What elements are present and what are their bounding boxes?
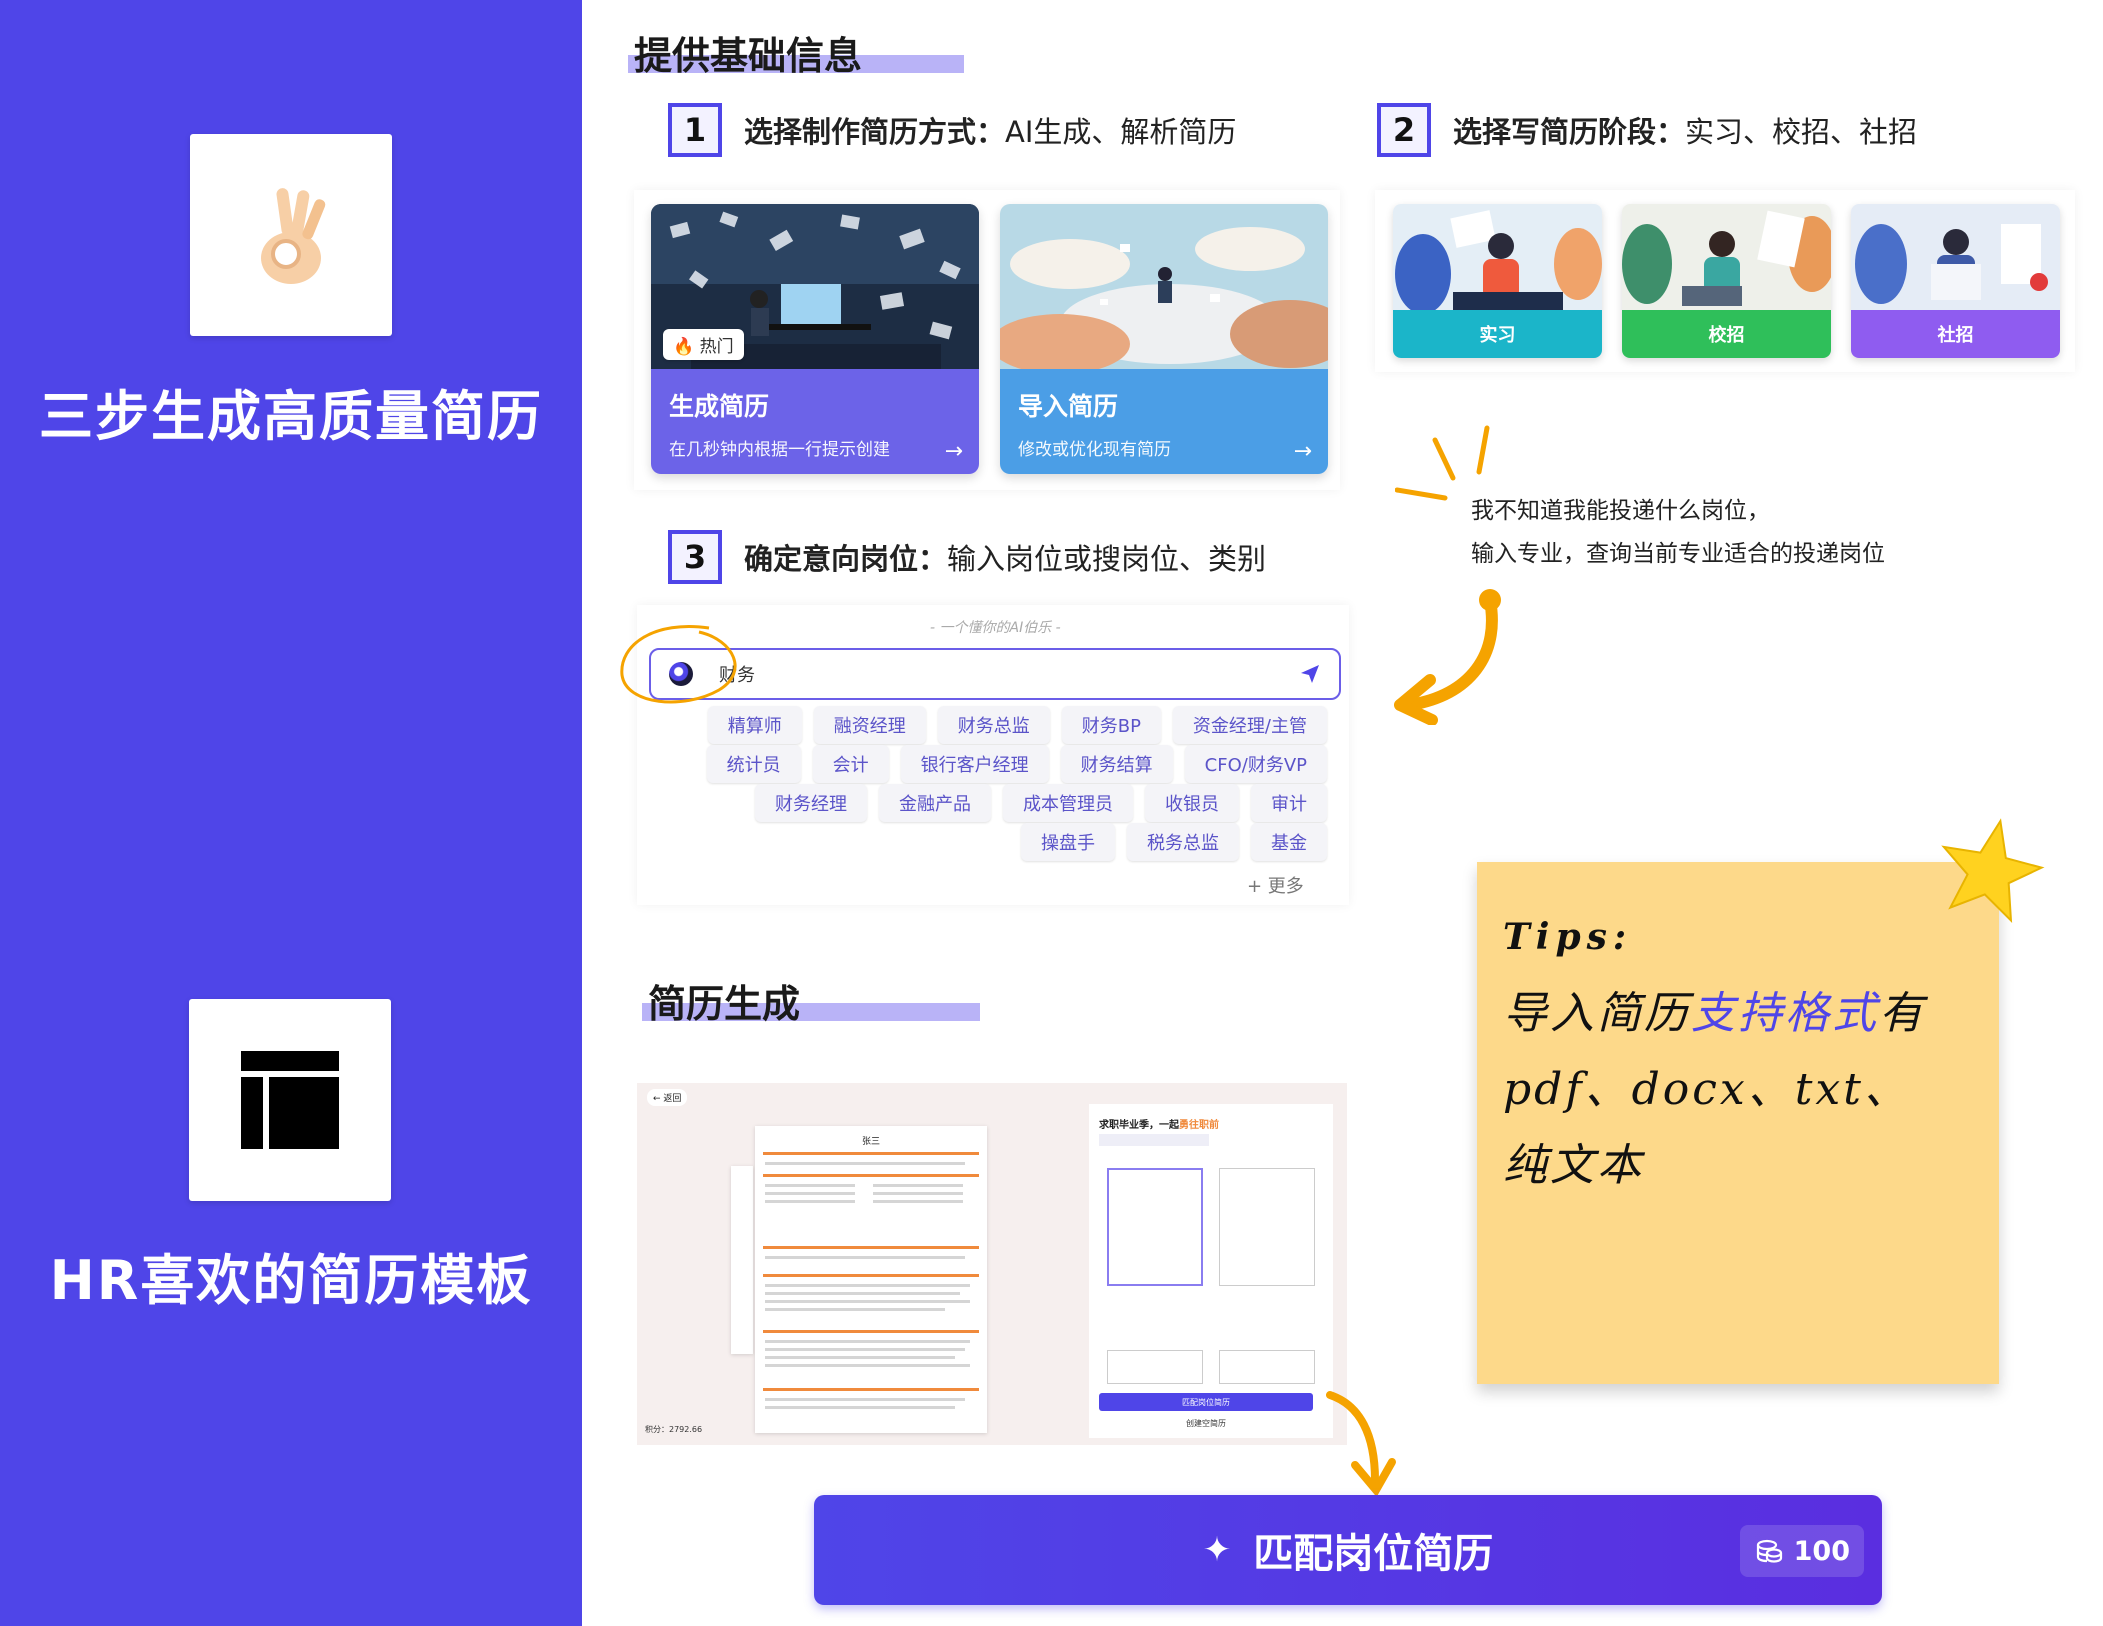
tips-title: Tips: — [1503, 916, 1633, 958]
cta-label: 匹配岗位简历 — [1253, 1531, 1494, 1577]
template-picker-panel: 求职毕业季，一起勇往职前 匹配岗位简历 创建空简历 — [1089, 1104, 1333, 1438]
left-title-hr-templates: HR喜欢的简历模板 — [49, 1249, 533, 1312]
card-body: 生成简历 在几秒钟内根据一行提示创建 → — [651, 369, 979, 474]
step-label: 确定意向岗位： — [744, 542, 948, 576]
left-title-three-steps: 三步生成高质量简历 — [39, 385, 543, 448]
template-thumb[interactable] — [1107, 1350, 1203, 1384]
hint-line-2: 输入专业，查询当前专业适合的投递岗位 — [1471, 541, 1885, 567]
mini-create-button[interactable]: 创建空简历 — [1099, 1414, 1313, 1432]
points-count: 100 — [1793, 1535, 1850, 1567]
tips-body: 导入简历支持格式有 pdf、docx、txt、 纯文本 — [1503, 988, 1926, 1191]
left-panel: 三步生成高质量简历 HR喜欢的简历模板 — [0, 0, 582, 1626]
stage-internship[interactable]: 实习 — [1393, 204, 1602, 358]
job-chip[interactable]: 统计员 — [706, 745, 801, 783]
template-thumb[interactable] — [1107, 1168, 1203, 1286]
section-heading-resume-generation: 简历生成 — [648, 982, 801, 1026]
card-body: 导入简历 修改或优化现有简历 → — [1000, 369, 1328, 474]
stage-label: 校招 — [1622, 310, 1831, 358]
stage-illustration — [1851, 204, 2060, 310]
step-number: 1 — [668, 103, 722, 157]
curved-arrow-icon — [1394, 589, 1501, 725]
hot-badge: 🔥 热门 — [663, 329, 744, 360]
stage-campus[interactable]: 校招 — [1622, 204, 1831, 358]
card-title: 生成简历 — [669, 392, 770, 421]
star-icon — [1941, 818, 2045, 924]
resume-document: 张三 — [755, 1126, 987, 1433]
job-chip[interactable]: 精算师 — [707, 706, 802, 744]
layout-template-icon — [241, 1051, 339, 1149]
panel-title: 求职毕业季，一起勇往职前 — [1099, 1120, 1219, 1131]
job-chip[interactable]: 财务总监 — [937, 706, 1050, 744]
job-chip[interactable]: 融资经理 — [813, 706, 926, 744]
hint-line-1: 我不知道我能投递什么岗位， — [1471, 498, 1770, 524]
step-detail: 实习、校招、社招 — [1685, 115, 1918, 149]
step-3: 3 确定意向岗位： 输入岗位或搜岗位、类别 — [668, 530, 1266, 584]
step-2: 2 选择写简历阶段： 实习、校招、社招 — [1377, 103, 1917, 157]
card-generate-resume[interactable]: 🔥 热门 生成简历 在几秒钟内根据一行提示创建 → — [651, 204, 979, 474]
stage-illustration — [1393, 204, 1602, 310]
job-chip[interactable]: 财务结算 — [1060, 745, 1173, 783]
search-value: 财务 — [719, 665, 755, 686]
template-thumb[interactable] — [1219, 1168, 1315, 1286]
down-arrow-icon — [1326, 1391, 1396, 1497]
chip-row-3: 财务经理 金融产品 成本管理员 收银员 审计 — [755, 784, 1327, 822]
step-label: 选择写简历阶段： — [1453, 115, 1686, 149]
back-button[interactable]: ← 返回 — [647, 1089, 688, 1106]
resume-name: 张三 — [861, 1137, 880, 1147]
job-chip[interactable]: 银行客户经理 — [900, 745, 1049, 783]
step-1: 1 选择制作简历方式： AI生成、解析简历 — [668, 103, 1236, 157]
side-panel — [731, 1166, 753, 1354]
job-chip[interactable]: 财务经理 — [755, 784, 867, 822]
hint-text: 我不知道我能投递什么岗位， 输入专业，查询当前专业适合的投递岗位 — [1471, 490, 1885, 576]
stage-social[interactable]: 社招 — [1851, 204, 2060, 358]
search-caption: - 一个懂你的AI伯乐 - — [930, 620, 1061, 636]
card-subtitle: 在几秒钟内根据一行提示创建 — [669, 440, 890, 460]
resume-preview-screenshot: ← 返回 张三 积分：2792.66 求职毕业季，一起勇往职前 匹配岗位简历 创… — [637, 1083, 1347, 1445]
job-chip[interactable]: 收银员 — [1145, 784, 1239, 822]
stage-illustration — [1622, 204, 1831, 310]
score-text: 积分：2792.66 — [645, 1425, 703, 1434]
chip-row-2: 统计员 会计 银行客户经理 财务结算 CFO/财务VP — [706, 745, 1327, 783]
step-label: 选择制作简历方式： — [744, 115, 1006, 149]
card-subtitle: 修改或优化现有简历 — [1018, 440, 1171, 460]
job-chip[interactable]: 税务总监 — [1127, 823, 1239, 861]
ok-hand-icon-tile — [190, 134, 392, 336]
job-chip[interactable]: 会计 — [812, 745, 889, 783]
send-icon[interactable] — [1299, 663, 1321, 685]
card-import-resume[interactable]: 导入简历 修改或优化现有简历 → — [1000, 204, 1328, 474]
points-badge: 100 — [1739, 1525, 1864, 1577]
job-chip[interactable]: 成本管理员 — [1003, 784, 1133, 822]
ok-hand-icon — [261, 188, 326, 284]
template-icon-tile — [189, 999, 391, 1201]
step-detail: 输入岗位或搜岗位、类别 — [947, 542, 1267, 576]
more-link[interactable]: + 更多 — [1247, 872, 1304, 898]
job-chip[interactable]: 审计 — [1251, 784, 1327, 822]
match-resume-button[interactable]: ✦ 匹配岗位简历 100 — [814, 1495, 1882, 1605]
hand-drawn-circle — [620, 625, 737, 704]
mini-match-button[interactable]: 匹配岗位简历 — [1099, 1393, 1313, 1411]
chip-row-1: 精算师 融资经理 财务总监 财务BP 资金经理/主管 — [707, 706, 1327, 744]
step-number: 3 — [668, 530, 722, 584]
stage-label: 社招 — [1851, 310, 2060, 358]
job-chip[interactable]: 操盘手 — [1021, 823, 1115, 861]
card-title: 导入简历 — [1018, 392, 1119, 421]
step-number: 2 — [1377, 103, 1431, 157]
section-heading-basic-info: 提供基础信息 — [634, 34, 863, 78]
chip-row-4: 操盘手 税务总监 基金 — [1021, 823, 1327, 861]
job-chip[interactable]: 财务BP — [1061, 706, 1161, 744]
tips-sticky-note: Tips: 导入简历支持格式有 pdf、docx、txt、 纯文本 — [1477, 862, 1999, 1384]
job-chip[interactable]: 基金 — [1251, 823, 1327, 861]
arrow-right-icon: → — [944, 439, 963, 464]
arrow-right-icon: → — [1293, 439, 1312, 464]
step-detail: AI生成、解析简历 — [1005, 115, 1237, 149]
job-chip[interactable]: 金融产品 — [879, 784, 991, 822]
template-thumb[interactable] — [1219, 1350, 1315, 1384]
stage-label: 实习 — [1393, 310, 1602, 358]
sparkle-icon: ✦ — [1202, 1530, 1232, 1570]
coins-icon — [1756, 1539, 1782, 1563]
job-chip[interactable]: CFO/财务VP — [1184, 745, 1327, 783]
card-illustration — [1000, 204, 1328, 369]
job-chip[interactable]: 资金经理/主管 — [1172, 706, 1327, 744]
